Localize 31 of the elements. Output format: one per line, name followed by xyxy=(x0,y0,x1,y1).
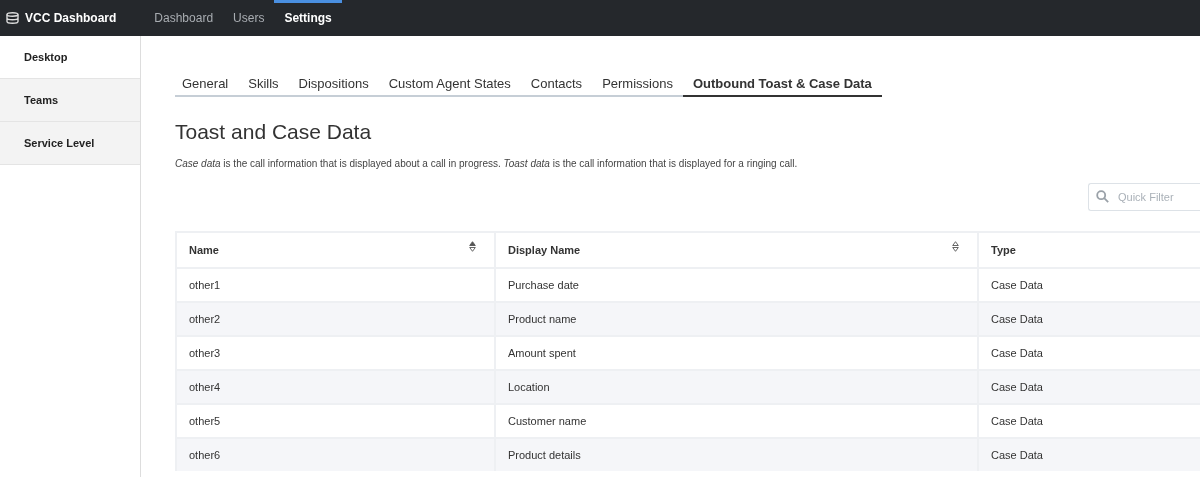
page-heading: Toast and Case Data xyxy=(175,120,373,144)
tab[interactable]: Skills xyxy=(238,72,289,97)
tab[interactable]: Permissions xyxy=(592,72,683,97)
app-title: VCC Dashboard xyxy=(25,11,117,25)
tab[interactable]: Custom Agent States xyxy=(378,72,521,97)
table-cell: Location xyxy=(495,370,978,404)
sidebar-item[interactable]: Service Level xyxy=(0,122,140,165)
nav-link[interactable]: Settings xyxy=(274,0,342,36)
table-cell: Product name xyxy=(495,302,978,336)
table-cell: Case Data xyxy=(978,302,1200,336)
database-icon xyxy=(6,12,19,24)
table-cell: Case Data xyxy=(978,438,1200,471)
tab[interactable]: Contacts xyxy=(520,72,593,97)
sort-icon[interactable] xyxy=(469,241,476,252)
table-cell: Product details xyxy=(495,438,978,471)
sort-icon[interactable] xyxy=(952,241,959,252)
table-cell: other4 xyxy=(176,370,495,404)
table-cell: other2 xyxy=(176,302,495,336)
nav-link[interactable]: Users xyxy=(223,0,275,36)
nav-link[interactable]: Dashboard xyxy=(144,0,224,36)
tab[interactable]: Outbound Toast & Case Data xyxy=(682,72,882,97)
quick-filter-field[interactable]: Quick Filter xyxy=(1088,183,1200,211)
tab[interactable]: General xyxy=(175,72,239,97)
column-header[interactable]: Display Name xyxy=(495,232,978,268)
column-header[interactable]: Type xyxy=(978,232,1200,268)
sidebar-item[interactable]: Teams xyxy=(0,79,140,122)
tab[interactable]: Dispositions xyxy=(288,72,379,97)
description-text: Case data is the call information that is displayed about a call in progress. Toast data is the call information that is displayed for a ringing call. xyxy=(175,158,799,169)
table-cell: Case Data xyxy=(978,370,1200,404)
column-header[interactable]: Name xyxy=(176,232,495,268)
table-cell: other6 xyxy=(176,438,495,471)
